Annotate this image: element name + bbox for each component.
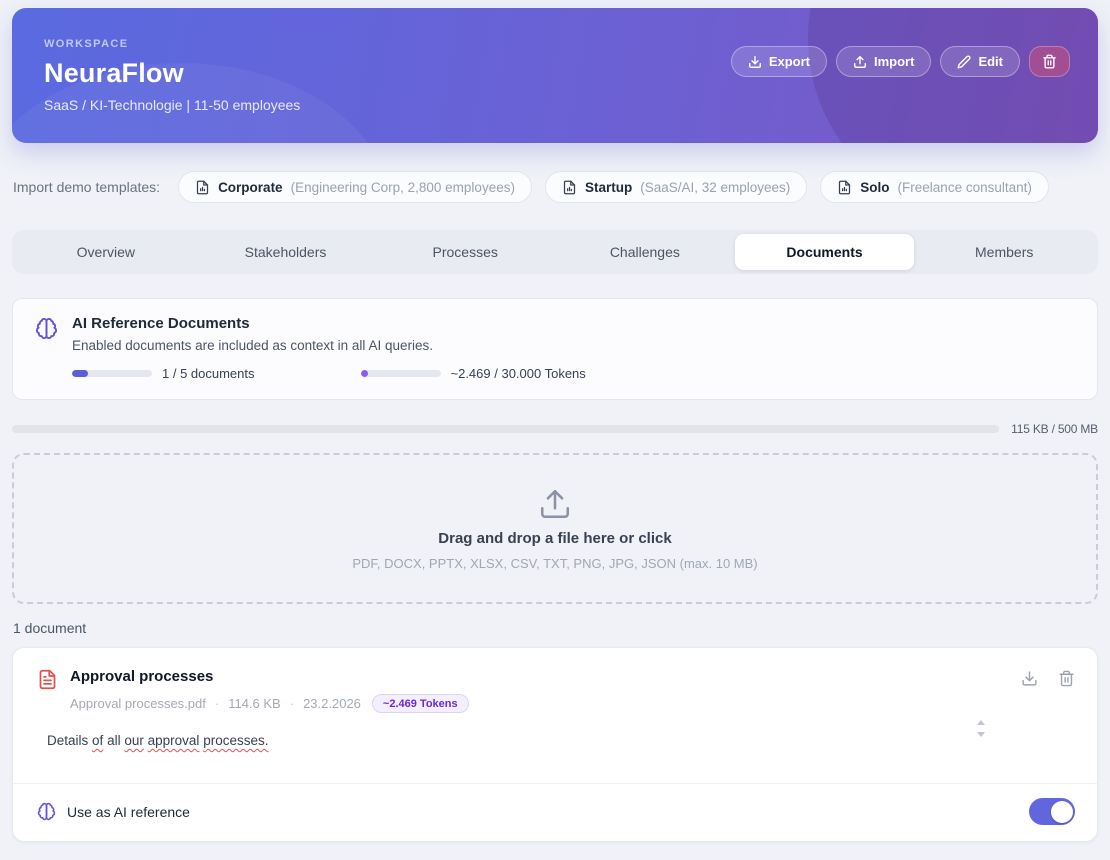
ai-reference-title: AI Reference Documents [72, 315, 586, 332]
template-detail: (Engineering Corp, 2,800 employees) [291, 180, 515, 195]
document-card: Approval processes Approval processes.pd… [12, 647, 1098, 842]
tokens-badge: ~2.469 Tokens [372, 694, 469, 713]
tokens-progress-bar [361, 370, 441, 377]
file-chart-icon [195, 180, 210, 195]
document-ai-footer: Use as AI reference [13, 783, 1097, 841]
edit-button-label: Edit [978, 54, 1003, 69]
document-actions [1019, 668, 1077, 689]
templates-label: Import demo templates: [13, 179, 160, 195]
brain-icon [37, 802, 56, 821]
upload-icon [538, 487, 572, 521]
download-icon [748, 55, 762, 69]
file-chart-icon [837, 180, 852, 195]
pdf-file-icon [37, 669, 58, 713]
import-button-label: Import [874, 54, 914, 69]
document-description-input[interactable]: Details of all our approval processes. [47, 733, 1077, 755]
edit-button[interactable]: Edit [940, 46, 1020, 77]
document-size: 114.6 KB [228, 696, 281, 711]
document-title: Approval processes [70, 668, 469, 685]
trash-icon [1058, 670, 1075, 687]
template-name: Solo [860, 180, 889, 195]
documents-progress-label: 1 / 5 documents [162, 366, 255, 381]
tab-overview[interactable]: Overview [16, 234, 196, 270]
storage-usage-label: 115 KB / 500 MB [1011, 422, 1098, 436]
tab-documents[interactable]: Documents [735, 234, 915, 270]
workspace-page: WORKSPACE NeuraFlow SaaS / KI-Technologi… [12, 8, 1098, 842]
download-icon [1021, 670, 1038, 687]
storage-usage-row: 115 KB / 500 MB [12, 422, 1098, 436]
document-info: Approval processes Approval processes.pd… [70, 668, 469, 713]
tab-stakeholders[interactable]: Stakeholders [196, 234, 376, 270]
ai-reference-card: AI Reference Documents Enabled documents… [12, 298, 1098, 400]
download-document-button[interactable] [1019, 668, 1040, 689]
tab-challenges[interactable]: Challenges [555, 234, 735, 270]
import-button[interactable]: Import [836, 46, 931, 77]
file-dropzone[interactable]: Drag and drop a file here or click PDF, … [12, 453, 1098, 604]
file-chart-icon [562, 180, 577, 195]
ai-reference-description: Enabled documents are included as contex… [72, 338, 586, 353]
document-card-main: Approval processes Approval processes.pd… [13, 648, 1097, 783]
tab-processes[interactable]: Processes [375, 234, 555, 270]
brain-icon [35, 317, 58, 340]
workspace-actions: Export Import Edit [731, 38, 1070, 143]
workspace-eyebrow: WORKSPACE [44, 38, 300, 50]
document-meta: Approval processes.pdf · 114.6 KB · 23.2… [70, 694, 469, 713]
dropzone-title: Drag and drop a file here or click [438, 530, 671, 547]
template-startup-button[interactable]: Startup (SaaS/AI, 32 employees) [545, 171, 807, 203]
resize-handle[interactable] [977, 720, 985, 737]
toggle-knob [1051, 801, 1073, 823]
template-corporate-button[interactable]: Corporate (Engineering Corp, 2,800 emplo… [178, 171, 532, 203]
meta-separator: · [215, 696, 219, 711]
document-filename: Approval processes.pdf [70, 696, 206, 711]
storage-progress-bar [12, 425, 999, 433]
export-button-label: Export [769, 54, 810, 69]
meta-separator: · [290, 696, 294, 711]
delete-document-button[interactable] [1056, 668, 1077, 689]
template-name: Startup [585, 180, 632, 195]
delete-workspace-button[interactable] [1029, 46, 1070, 77]
template-name: Corporate [218, 180, 283, 195]
document-head: Approval processes Approval processes.pd… [37, 668, 1077, 713]
document-count-label: 1 document [12, 620, 1098, 636]
ai-reference-toggle[interactable] [1029, 798, 1075, 825]
ai-reference-toggle-label: Use as AI reference [67, 804, 1018, 820]
template-detail: (SaaS/AI, 32 employees) [640, 180, 790, 195]
document-date: 23.2.2026 [303, 696, 361, 711]
tab-members[interactable]: Members [914, 234, 1094, 270]
ai-reference-content: AI Reference Documents Enabled documents… [72, 315, 586, 381]
trash-icon [1042, 54, 1057, 69]
pencil-icon [957, 55, 971, 69]
template-solo-button[interactable]: Solo (Freelance consultant) [820, 171, 1049, 203]
export-button[interactable]: Export [731, 46, 827, 77]
template-detail: (Freelance consultant) [898, 180, 1032, 195]
ai-reference-progress-row: 1 / 5 documents ~2.469 / 30.000 Tokens [72, 366, 586, 381]
tab-bar: Overview Stakeholders Processes Challeng… [12, 230, 1098, 274]
upload-icon [853, 55, 867, 69]
dropzone-filetypes: PDF, DOCX, PPTX, XLSX, CSV, TXT, PNG, JP… [352, 556, 757, 571]
demo-templates-row: Import demo templates: Corporate (Engine… [12, 171, 1098, 203]
tokens-progress-label: ~2.469 / 30.000 Tokens [451, 366, 586, 381]
documents-progress-bar [72, 370, 152, 377]
workspace-header: WORKSPACE NeuraFlow SaaS / KI-Technologi… [12, 8, 1098, 143]
